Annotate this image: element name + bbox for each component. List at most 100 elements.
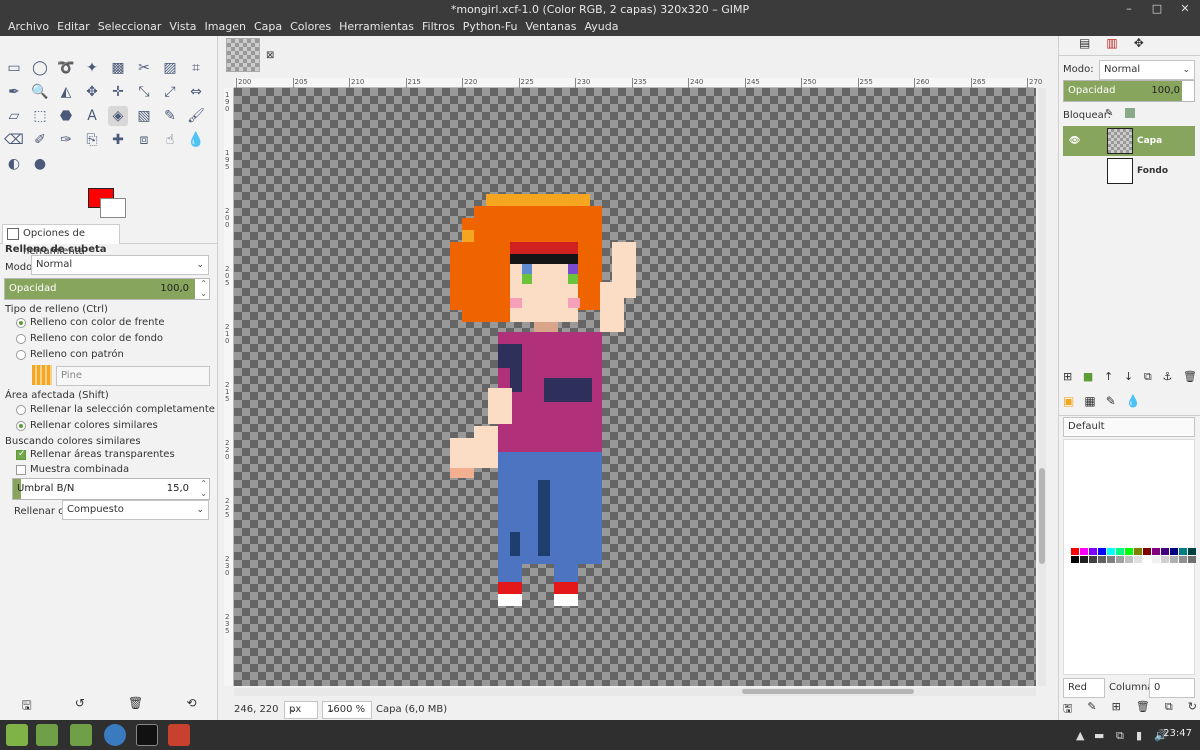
raise-layer-icon[interactable]: ↑: [1104, 370, 1113, 386]
airbrush-icon[interactable]: ✐: [30, 130, 50, 150]
palette-swatch[interactable]: [1170, 548, 1178, 555]
mode-select[interactable]: Normal ⌄: [31, 255, 209, 275]
columns-input[interactable]: 0: [1149, 678, 1195, 698]
palette-swatch[interactable]: [1071, 556, 1079, 563]
palette-swatch[interactable]: [1170, 556, 1178, 563]
palette-swatch[interactable]: [1080, 556, 1088, 563]
edit-palette-icon[interactable]: ✎: [1087, 700, 1096, 716]
radio-fill-pattern[interactable]: [16, 350, 26, 360]
image-tab-thumbnail[interactable]: [226, 38, 260, 72]
ink-icon[interactable]: ✑: [56, 130, 76, 150]
menu-item-ventanas[interactable]: Ventanas: [522, 20, 581, 36]
palette-swatch[interactable]: [1116, 556, 1124, 563]
palette-swatch[interactable]: [1188, 556, 1196, 563]
palette-swatch[interactable]: [1134, 556, 1142, 563]
bucket-fill-icon[interactable]: ◈: [108, 106, 128, 126]
notifications-icon[interactable]: ▲: [1076, 729, 1084, 742]
tab-dynamics-icon[interactable]: 💧: [1126, 394, 1141, 415]
ellipse-select-icon[interactable]: ◯: [30, 58, 50, 78]
menu-item-imagen[interactable]: Imagen: [201, 20, 250, 36]
clone-icon[interactable]: ⎘: [82, 130, 102, 150]
lasso-icon[interactable]: ➰: [56, 58, 76, 78]
reset-icon[interactable]: ⟲: [186, 696, 196, 718]
dodge-icon[interactable]: ◐: [4, 154, 24, 174]
tab-tool-options[interactable]: Opciones de herramienta: [2, 224, 120, 257]
flip-icon[interactable]: ⇔: [186, 82, 206, 102]
files-app-icon[interactable]: [36, 724, 58, 746]
gimp-app-icon[interactable]: [168, 724, 190, 746]
palette-swatch[interactable]: [1107, 548, 1115, 555]
menu-item-python-fu[interactable]: Python-Fu: [459, 20, 522, 36]
delete-layer-icon[interactable]: 🗑: [1183, 370, 1197, 386]
checkbox-sample-merged[interactable]: [16, 465, 26, 475]
palette-swatch[interactable]: [1188, 548, 1196, 555]
new-layer-icon[interactable]: ⊞: [1063, 370, 1072, 386]
menu-item-filtros[interactable]: Filtros: [418, 20, 459, 36]
color-picker-icon[interactable]: ✒: [4, 82, 24, 102]
tab-channels-icon[interactable]: ▥: [1106, 36, 1117, 55]
layer-opacity-slider[interactable]: Opacidad 100,0: [1063, 80, 1195, 102]
radio-area-similar[interactable]: [16, 421, 26, 431]
menu-item-ayuda[interactable]: Ayuda: [580, 20, 622, 36]
tab-patterns-icon[interactable]: ▣: [1063, 394, 1074, 415]
palette-swatch[interactable]: [1107, 556, 1115, 563]
perspective-icon[interactable]: ▱: [4, 106, 24, 126]
transform-icon[interactable]: ⤡: [134, 82, 154, 102]
zoom-select[interactable]: 1600 % ⌄: [322, 701, 372, 719]
eraser-icon[interactable]: ⌫: [4, 130, 24, 150]
cage-icon[interactable]: ⬚: [30, 106, 50, 126]
burn-icon[interactable]: ●: [30, 154, 50, 174]
layer-row-fondo[interactable]: Fondo: [1063, 156, 1195, 186]
menu-item-vista[interactable]: Vista: [165, 20, 200, 36]
keyboard-layout-icon[interactable]: ▬: [1094, 729, 1104, 742]
delete-icon[interactable]: 🗑: [128, 696, 143, 718]
blur-icon[interactable]: 💧: [186, 130, 206, 150]
palette-swatch[interactable]: [1161, 548, 1169, 555]
text-icon[interactable]: A: [82, 106, 102, 126]
palette-name-field[interactable]: Red: [1063, 678, 1105, 698]
close-tab-icon[interactable]: ⊠: [266, 50, 274, 61]
palette-swatch[interactable]: [1143, 556, 1151, 563]
tab-palettes-icon[interactable]: ▦: [1084, 394, 1095, 415]
tab-brushes-icon[interactable]: ✎: [1106, 394, 1116, 415]
color-select-icon[interactable]: ▩: [108, 58, 128, 78]
horizontal-scrollbar[interactable]: [234, 688, 1036, 696]
scissors-icon[interactable]: ✂: [134, 58, 154, 78]
refresh-palette-icon[interactable]: ↻: [1188, 700, 1197, 716]
menu-item-seleccionar[interactable]: Seleccionar: [94, 20, 166, 36]
palette-swatch[interactable]: [1098, 556, 1106, 563]
menu-item-colores[interactable]: Colores: [286, 20, 335, 36]
rect-select-icon[interactable]: ▭: [4, 58, 24, 78]
layer-row-capa[interactable]: 👁 Capa: [1063, 126, 1195, 156]
tab-layers-icon[interactable]: ▤: [1079, 36, 1090, 55]
vertical-scroll-thumb[interactable]: [1039, 468, 1045, 564]
crop-icon[interactable]: ⌗: [186, 58, 206, 78]
horizontal-scroll-thumb[interactable]: [742, 689, 914, 694]
background-color-swatch[interactable]: [100, 198, 126, 218]
eye-icon[interactable]: 👁: [1069, 126, 1080, 156]
smudge-icon[interactable]: ☝: [160, 130, 180, 150]
new-group-icon[interactable]: ■: [1083, 370, 1093, 386]
palette-swatch[interactable]: [1152, 556, 1160, 563]
palette-swatches[interactable]: [1071, 548, 1196, 564]
horizontal-ruler[interactable]: 200 205 210 215 220 225 230 235 240 245 250 255 260 2…: [234, 78, 1042, 88]
new-palette-icon[interactable]: ⊞: [1112, 700, 1121, 716]
brush-icon[interactable]: 🖌: [186, 106, 206, 126]
gradient-icon[interactable]: ▧: [134, 106, 154, 126]
palette-swatch[interactable]: [1071, 548, 1079, 555]
spin-arrows-icon[interactable]: ⌃ ⌄: [200, 479, 207, 499]
restore-icon[interactable]: ↺: [75, 696, 85, 718]
palette-swatch[interactable]: [1089, 556, 1097, 563]
palette-swatch[interactable]: [1179, 548, 1187, 555]
pattern-field[interactable]: Pine: [56, 366, 210, 386]
radio-fill-fg[interactable]: [16, 318, 26, 328]
align-icon[interactable]: ✛: [108, 82, 128, 102]
unit-select[interactable]: px ⌄: [284, 701, 318, 719]
browser-app-icon[interactable]: [104, 724, 126, 746]
save-palette-icon[interactable]: 🖫: [1063, 700, 1072, 716]
terminal-app-icon[interactable]: [136, 724, 158, 746]
menu-icon[interactable]: [6, 724, 28, 746]
maximize-icon[interactable]: □: [1150, 2, 1164, 16]
warp-icon[interactable]: ⬣: [56, 106, 76, 126]
anchor-layer-icon[interactable]: ⚓: [1162, 370, 1172, 386]
